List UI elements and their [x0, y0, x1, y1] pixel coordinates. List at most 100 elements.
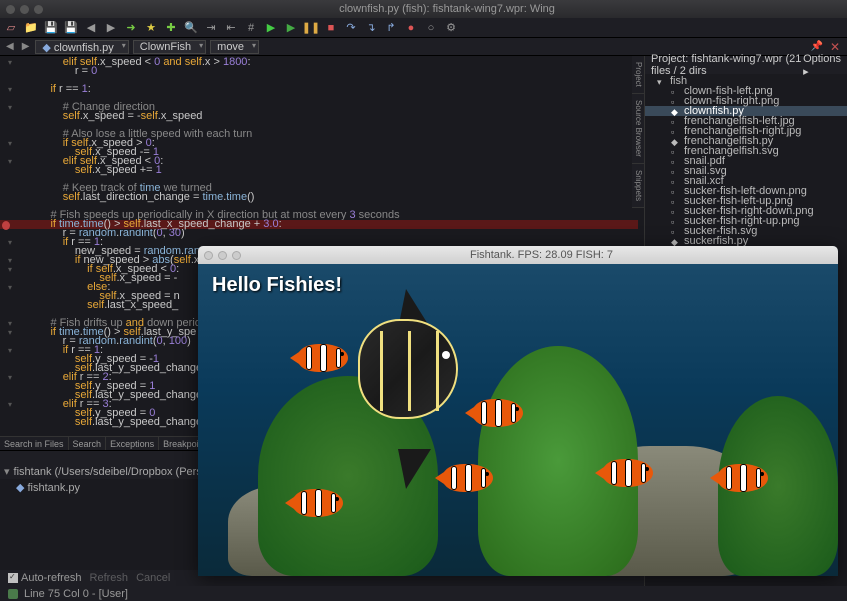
game-zoom-dot[interactable] [232, 251, 241, 260]
gutter-row[interactable] [0, 184, 20, 193]
step-out-icon[interactable]: ↱ [384, 21, 398, 35]
close-dot[interactable] [6, 5, 15, 14]
bottom-tab[interactable]: Exceptions [106, 437, 159, 450]
code-line[interactable]: self.x_speed = -self.x_speed [26, 112, 638, 121]
gutter-row[interactable] [0, 274, 20, 283]
debug-stop-icon[interactable]: ■ [324, 21, 338, 35]
gutter-row[interactable] [0, 247, 20, 256]
breakpoint-marker-icon[interactable] [2, 221, 10, 230]
save-icon[interactable]: 💾 [44, 21, 58, 35]
gutter-row[interactable]: ▾ [0, 373, 20, 382]
file-dropdown[interactable]: ◆clownfish.py [35, 40, 128, 54]
gutter-row[interactable] [0, 148, 20, 157]
tree-item[interactable]: ▫frenchangelfish.svg [645, 146, 847, 156]
gutter-row[interactable] [0, 355, 20, 364]
gutter-row[interactable]: ▾ [0, 265, 20, 274]
outdent-icon[interactable]: ⇤ [224, 21, 238, 35]
gutter-row[interactable] [0, 193, 20, 202]
add-bookmark-icon[interactable]: ✚ [164, 21, 178, 35]
gutter-row[interactable] [0, 310, 20, 319]
gutter-row[interactable]: ▾ [0, 103, 20, 112]
code-line[interactable]: if time.time() > self.last_x_speed_chang… [0, 220, 638, 229]
settings-icon[interactable]: ⚙ [444, 21, 458, 35]
gutter-row[interactable] [0, 364, 20, 373]
gutter-row[interactable] [0, 166, 20, 175]
tree-item[interactable]: ▫snail.pdf [645, 156, 847, 166]
tree-item[interactable]: ▫clown-fish-right.png [645, 96, 847, 106]
code-line[interactable]: elif self.x_speed < 0 and self.x > 1800: [26, 58, 638, 67]
gutter-row[interactable] [0, 418, 20, 427]
indent-icon[interactable]: ⇥ [204, 21, 218, 35]
refresh-button[interactable]: Refresh [90, 572, 129, 584]
side-tab[interactable]: Project [632, 56, 644, 94]
gutter-row[interactable]: ▾ [0, 283, 20, 292]
gutter-row[interactable] [0, 292, 20, 301]
game-close-dot[interactable] [204, 251, 213, 260]
debug-run-icon[interactable]: ▶ [264, 21, 278, 35]
comment-icon[interactable]: # [244, 21, 258, 35]
nav-back-icon[interactable]: ◀ [4, 41, 16, 52]
step-into-icon[interactable]: ↴ [364, 21, 378, 35]
gutter-row[interactable]: ▾ [0, 157, 20, 166]
gutter-row[interactable] [0, 391, 20, 400]
debug-pause-icon[interactable]: ❚❚ [304, 21, 318, 35]
method-dropdown[interactable]: move [210, 40, 259, 54]
game-min-dot[interactable] [218, 251, 227, 260]
code-line[interactable]: r = random.randint(0, 30) [26, 229, 638, 238]
gutter-row[interactable] [0, 202, 20, 211]
goto-def-icon[interactable]: ➜ [124, 21, 138, 35]
auto-refresh-checkbox[interactable]: Auto-refresh [8, 572, 82, 584]
class-dropdown[interactable]: ClownFish [133, 40, 206, 54]
gutter-row[interactable] [0, 301, 20, 310]
gutter-row[interactable]: ▾ [0, 319, 20, 328]
gutter-row[interactable]: ▾ [0, 85, 20, 94]
gutter-row[interactable]: ▾ [0, 238, 20, 247]
code-line[interactable]: if r == 1: [26, 85, 638, 94]
gutter-row[interactable] [0, 121, 20, 130]
tree-item[interactable]: ◆suckerfish.py [645, 236, 847, 246]
gutter-row[interactable] [0, 76, 20, 85]
code-line[interactable]: r = 0 [26, 67, 638, 76]
breakpoint-off-icon[interactable]: ○ [424, 21, 438, 35]
zoom-dot[interactable] [34, 5, 43, 14]
gutter-row[interactable] [0, 382, 20, 391]
project-options-button[interactable]: Options ▸ [803, 53, 841, 78]
gutter-row[interactable] [0, 175, 20, 184]
gutter-row[interactable] [0, 112, 20, 121]
bottom-tab[interactable]: Search in Files [0, 437, 69, 450]
gutter-row[interactable] [0, 409, 20, 418]
collapse-icon[interactable]: ▾ [4, 466, 10, 478]
code-line[interactable]: self.last_direction_change = time.time() [26, 193, 638, 202]
side-tab[interactable]: Source Browser [632, 94, 644, 164]
new-file-icon[interactable]: ▱ [4, 21, 18, 35]
side-tab[interactable]: Snippets [632, 164, 644, 208]
gutter-row[interactable]: ▾ [0, 328, 20, 337]
gutter-row[interactable]: ▾ [0, 400, 20, 409]
code-line[interactable]: self.x_speed += 1 [26, 166, 638, 175]
gutter-row[interactable] [0, 67, 20, 76]
tree-item[interactable]: ▫snail.svg [645, 166, 847, 176]
cancel-button[interactable]: Cancel [136, 572, 170, 584]
min-dot[interactable] [20, 5, 29, 14]
gutter-row[interactable]: ▾ [0, 139, 20, 148]
forward-icon[interactable]: ▶ [104, 21, 118, 35]
debug-continue-icon[interactable]: ▶ [284, 21, 298, 35]
nav-fwd-icon[interactable]: ▶ [20, 41, 32, 52]
gutter-row[interactable] [0, 94, 20, 103]
breakpoint-icon[interactable]: ● [404, 21, 418, 35]
code-line[interactable] [26, 76, 638, 85]
gutter-row[interactable] [0, 211, 20, 220]
gutter-row[interactable]: ▾ [0, 256, 20, 265]
bottom-tab[interactable]: Search [69, 437, 107, 450]
search-icon[interactable]: 🔍 [184, 21, 198, 35]
star-icon[interactable]: ★ [144, 21, 158, 35]
gutter-row[interactable] [0, 229, 20, 238]
gutter-row[interactable] [0, 337, 20, 346]
gutter-row[interactable]: ▾ [0, 346, 20, 355]
gutter-row[interactable]: ▾ [0, 58, 20, 67]
close-tab-icon[interactable]: ✕ [827, 40, 843, 54]
step-over-icon[interactable]: ↷ [344, 21, 358, 35]
open-folder-icon[interactable]: 📁 [24, 21, 38, 35]
debug-stack-item[interactable]: fishtank.py [27, 482, 80, 494]
gutter-row[interactable] [0, 130, 20, 139]
